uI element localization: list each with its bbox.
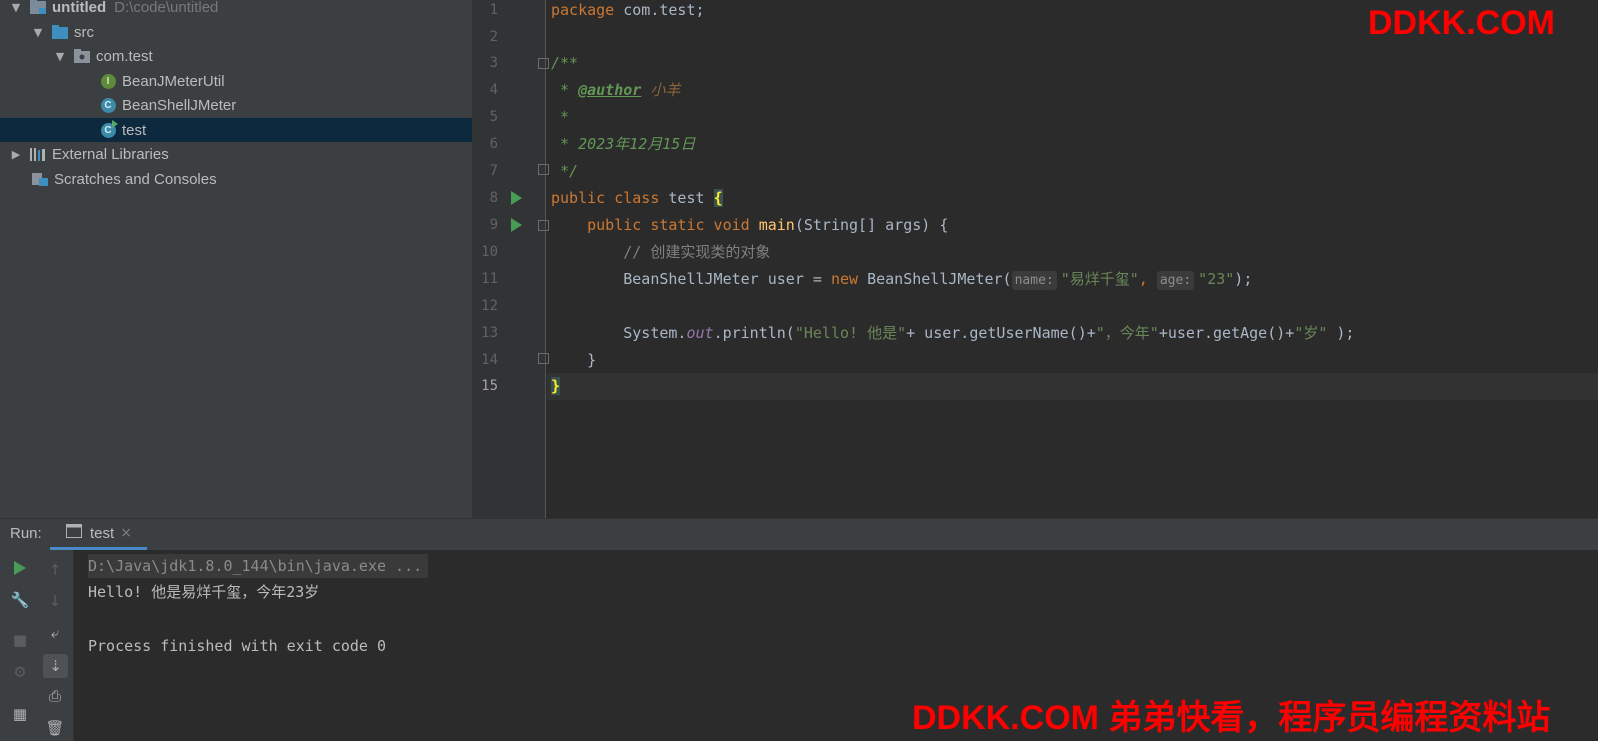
fold-marker-icon[interactable] [538, 58, 549, 69]
line-number: 14 [481, 352, 498, 368]
line-number: 8 [489, 190, 498, 206]
interface-icon: I [100, 73, 116, 89]
code-line-9: public static void main(String[] args) { [587, 216, 949, 234]
code-line-3: /** [551, 54, 579, 72]
code-line-4: * @author 小羊 [551, 81, 681, 99]
tree-item-test[interactable]: C test [0, 118, 472, 142]
run-class-icon[interactable] [511, 191, 522, 205]
module-folder-icon [30, 0, 46, 15]
gear-icon[interactable]: ⚙ [10, 662, 30, 682]
package-icon [74, 48, 90, 64]
line-number: 1 [489, 2, 498, 18]
close-icon[interactable]: × [120, 525, 132, 541]
code-line-8: public class test { [551, 189, 723, 207]
chevron-down-icon[interactable]: ▼ [32, 26, 44, 39]
line-number: 2 [489, 29, 498, 45]
code-line-5: * [551, 108, 570, 126]
line-number: 11 [481, 271, 498, 287]
run-main-icon[interactable] [511, 218, 522, 232]
line-number: 13 [481, 325, 498, 341]
scroll-to-end-icon[interactable]: ⇣ [43, 654, 68, 678]
runnable-class-icon: C [100, 119, 118, 138]
run-label: Run: [10, 525, 42, 542]
libraries-icon [30, 146, 46, 162]
code-line-10: // 创建实现类的对象 [551, 243, 771, 261]
line-number: 7 [489, 163, 498, 179]
fold-marker-icon[interactable] [538, 353, 549, 364]
arrow-up-icon[interactable]: ↑ [45, 560, 65, 580]
code-line-6: * 2023年12月15日 [551, 135, 696, 153]
wrench-icon[interactable]: 🔧 [10, 590, 30, 610]
project-panel: ▼ untitled D:\code\untitled ▼ src ▼ com.… [0, 0, 472, 518]
rerun-icon[interactable] [10, 558, 30, 578]
run-panel-header [0, 518, 1598, 550]
tree-item-package[interactable]: ▼ com.test [0, 44, 472, 68]
line-number: 12 [481, 298, 498, 314]
code-line-1: package com.test; [551, 1, 705, 19]
console-exit-line: Process finished with exit code 0 [88, 637, 387, 655]
trash-icon[interactable]: 🗑 [45, 718, 65, 738]
chevron-down-icon[interactable]: ▼ [10, 1, 22, 14]
current-line-highlight [547, 373, 1598, 400]
code-line-13: System.out.println("Hello! 他是"+ user.get… [623, 324, 1355, 342]
code-line-15: } [551, 377, 561, 395]
watermark-top: DDKK.COM [1368, 4, 1555, 42]
watermark-bottom: DDKK.COM 弟弟快看，程序员编程资料站 [912, 699, 1551, 737]
source-folder-icon [52, 24, 68, 40]
console-command: D:\Java\jdk1.8.0_144\bin\java.exe ... [88, 554, 429, 578]
param-hint: age: [1156, 271, 1195, 290]
line-number: 3 [489, 55, 498, 71]
soft-wrap-icon[interactable]: ⤶ [45, 623, 65, 643]
chevron-right-icon[interactable]: ▶ [10, 148, 22, 161]
run-tab-test[interactable]: test × [50, 519, 147, 550]
scratches-icon [32, 171, 48, 187]
arrow-down-icon[interactable]: ↓ [45, 591, 65, 611]
tree-item-beanshelljmeter[interactable]: C BeanShellJMeter [0, 93, 472, 117]
line-number: 9 [489, 217, 498, 233]
fold-marker-icon[interactable] [538, 220, 549, 231]
line-number: 6 [489, 136, 498, 152]
class-icon: C [100, 97, 116, 113]
line-number-current: 15 [481, 378, 498, 394]
line-number: 4 [489, 82, 498, 98]
stop-icon[interactable]: ■ [10, 630, 30, 650]
tree-item-external-libraries[interactable]: ▶ External Libraries [0, 142, 472, 166]
tree-item-scratches[interactable]: Scratches and Consoles [0, 167, 472, 191]
param-hint: name: [1011, 271, 1057, 290]
code-line-14: } [551, 351, 597, 369]
code-line-11: BeanShellJMeter user = new BeanShellJMet… [623, 270, 1253, 290]
code-line-7: */ [551, 162, 579, 180]
root-path: D:\code\untitled [114, 0, 219, 16]
layout-icon[interactable]: ▦ [10, 704, 30, 724]
tree-item-beanjmeterutil[interactable]: I BeanJMeterUtil [0, 69, 472, 93]
chevron-down-icon[interactable]: ▼ [54, 50, 66, 63]
line-number: 5 [489, 109, 498, 125]
print-icon[interactable]: ⎙ [45, 686, 65, 706]
fold-marker-icon[interactable] [538, 164, 549, 175]
line-number: 10 [481, 244, 498, 260]
console-output-line: Hello! 他是易烊千玺，今年23岁 [88, 583, 320, 601]
console-icon [66, 524, 82, 542]
root-name: untitled [52, 0, 107, 16]
tree-root[interactable]: ▼ untitled D:\code\untitled [0, 0, 472, 19]
tree-item-src[interactable]: ▼ src [0, 20, 472, 44]
